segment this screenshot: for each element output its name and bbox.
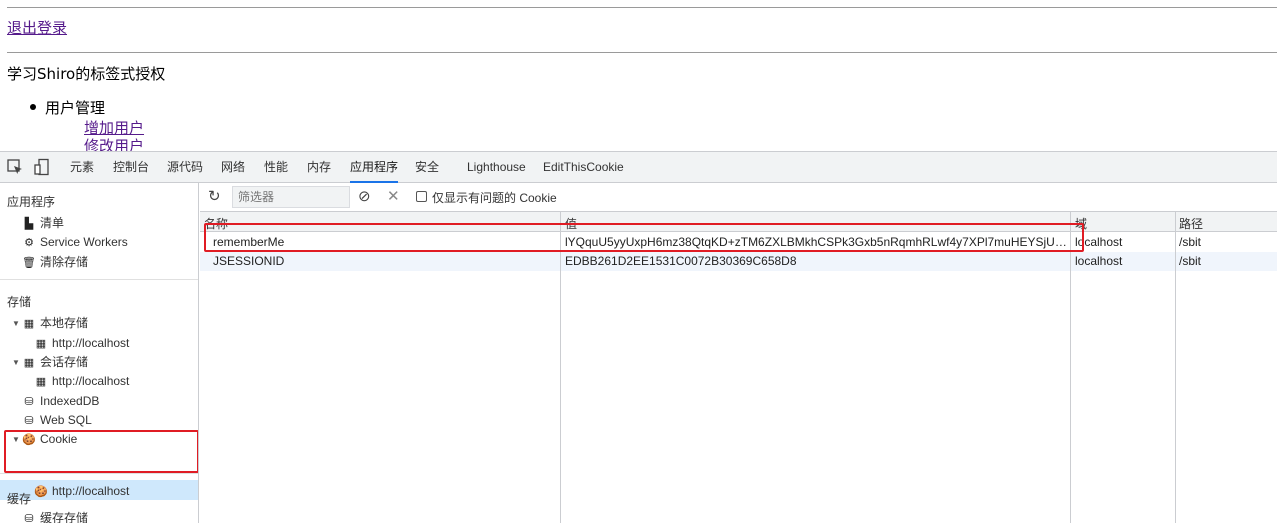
horizontal-rule (7, 52, 1277, 53)
delete-selected-icon[interactable]: ✕ (387, 187, 400, 205)
only-issues-checkbox[interactable] (416, 191, 427, 202)
logout-link[interactable]: 退出登录 (7, 17, 67, 38)
refresh-icon[interactable]: ↻ (208, 187, 221, 205)
tab-elements[interactable]: 元素 (70, 152, 94, 183)
column-divider[interactable] (1070, 212, 1071, 523)
database-icon: ⛁ (24, 415, 34, 427)
application-sidebar: 应用程序 ▙ 清单 ⚙ Service Workers 🗑 清除存储 存储 ▼ ▦ 本地… (0, 183, 199, 523)
cookie-icon: 🍪 (22, 434, 36, 446)
cookie-name: rememberMe (213, 235, 285, 249)
grid-icon: ▦ (35, 338, 47, 350)
document-icon: ▙ (24, 218, 34, 230)
column-header-domain[interactable]: 域 (1075, 215, 1087, 232)
sidebar-item-local-storage[interactable]: ▦ 本地存储 (22, 314, 88, 332)
inspect-element-icon[interactable] (6, 158, 24, 176)
web-page: 退出登录 学习Shiro的标签式授权 用户管理 增加用户 修改用户 (0, 0, 1277, 151)
cookie-domain: localhost (1075, 254, 1123, 268)
cookie-value: EDBB261D2EE1531C0072B30369C658D8 (565, 254, 797, 268)
column-header-value[interactable]: 值 (565, 215, 577, 232)
devtools-panel: 元素 控制台 源代码 网络 性能 内存 应用程序 安全 Lighthouse E… (0, 151, 1277, 523)
sidebar-item-service-workers[interactable]: ⚙ Service Workers (22, 233, 128, 251)
grid-icon: ▦ (23, 357, 35, 369)
expand-arrow-icon[interactable]: ▼ (12, 319, 20, 328)
expand-arrow-icon[interactable]: ▼ (12, 435, 20, 444)
devtools-tabbar: 元素 控制台 源代码 网络 性能 内存 应用程序 安全 Lighthouse E… (0, 151, 1277, 183)
table-header: 名称 值 域 路径 (200, 212, 1277, 232)
divider (0, 279, 198, 280)
sidebar-item-websql[interactable]: ⛁ Web SQL (22, 411, 91, 429)
filter-input[interactable] (232, 186, 350, 208)
grid-icon: ▦ (23, 318, 35, 330)
tab-application[interactable]: 应用程序 (350, 152, 399, 183)
tab-performance[interactable]: 性能 (264, 152, 288, 183)
divider (0, 473, 198, 474)
only-issues-label: 仅显示有问题的 Cookie (432, 191, 557, 205)
tab-lighthouse[interactable]: Lighthouse (467, 152, 526, 183)
sidebar-item-manifest[interactable]: ▙ 清单 (22, 214, 64, 232)
tab-console[interactable]: 控制台 (113, 152, 149, 183)
sidebar-item-session-storage[interactable]: ▦ 会话存储 (22, 353, 88, 371)
sidebar-item-cookie[interactable]: 🍪 Cookie (22, 430, 77, 448)
tab-editthiscookie[interactable]: EditThisCookie (543, 152, 624, 183)
cookie-table: 名称 值 域 路径 rememberMe lYQquU5yyUxpH6mz38Q… (200, 212, 1277, 523)
section-title-cache: 缓存 (7, 492, 32, 506)
trash-icon: 🗑 (22, 257, 36, 269)
database-icon: ⛁ (24, 513, 34, 523)
cookie-path: /sbit (1179, 254, 1202, 268)
table-row[interactable]: JSESSIONID EDBB261D2EE1531C0072B30369C65… (200, 252, 1277, 271)
sidebar-item-cache-storage[interactable]: ⛁ 缓存存储 (22, 509, 88, 523)
column-header-name[interactable]: 名称 (204, 215, 228, 232)
list-bullet (30, 104, 36, 110)
column-divider[interactable] (560, 212, 561, 523)
database-icon: ⛁ (24, 396, 34, 408)
cookie-name: JSESSIONID (213, 254, 285, 268)
sidebar-item-clear-storage[interactable]: 🗑 清除存储 (22, 253, 88, 271)
page-heading: 学习Shiro的标签式授权 (7, 65, 166, 83)
table-row[interactable]: rememberMe lYQquU5yyUxpH6mz38QtqKD+zTM6Z… (200, 233, 1277, 252)
sidebar-item-session-storage-localhost[interactable]: ▦ http://localhost (34, 372, 130, 390)
tab-sources[interactable]: 源代码 (167, 152, 203, 183)
gear-icon: ⚙ (24, 237, 34, 249)
edit-user-link[interactable]: 修改用户 (84, 135, 144, 151)
grid-icon: ▦ (35, 376, 47, 388)
cookie-icon: 🍪 (34, 486, 48, 498)
tab-network[interactable]: 网络 (221, 152, 245, 183)
horizontal-rule (7, 7, 1277, 8)
sidebar-item-local-storage-localhost[interactable]: ▦ http://localhost (34, 334, 130, 352)
column-header-path[interactable]: 路径 (1179, 215, 1203, 232)
tab-security[interactable]: 安全 (415, 152, 439, 183)
cookie-domain: localhost (1075, 235, 1123, 249)
cookie-path: /sbit (1179, 235, 1202, 249)
cookie-toolbar: ↻ ⊘ ✕ 仅显示有问题的 Cookie (200, 183, 1277, 212)
tab-memory[interactable]: 内存 (307, 152, 331, 183)
device-toolbar-icon[interactable] (33, 158, 51, 176)
sidebar-item-indexeddb[interactable]: ⛁ IndexedDB (22, 392, 99, 410)
expand-arrow-icon[interactable]: ▼ (12, 358, 20, 367)
sidebar-item-cookie-localhost[interactable]: 🍪 http://localhost (34, 482, 129, 500)
section-title-storage: 存储 (7, 295, 32, 309)
user-management-title: 用户管理 (45, 99, 106, 117)
section-title-application: 应用程序 (7, 195, 56, 209)
cookie-value: lYQquU5yyUxpH6mz38QtqKD+zTM6ZXLBMkhCSPk3… (565, 235, 1068, 249)
column-divider[interactable] (1175, 212, 1176, 523)
clear-all-icon[interactable]: ⊘ (358, 187, 371, 205)
